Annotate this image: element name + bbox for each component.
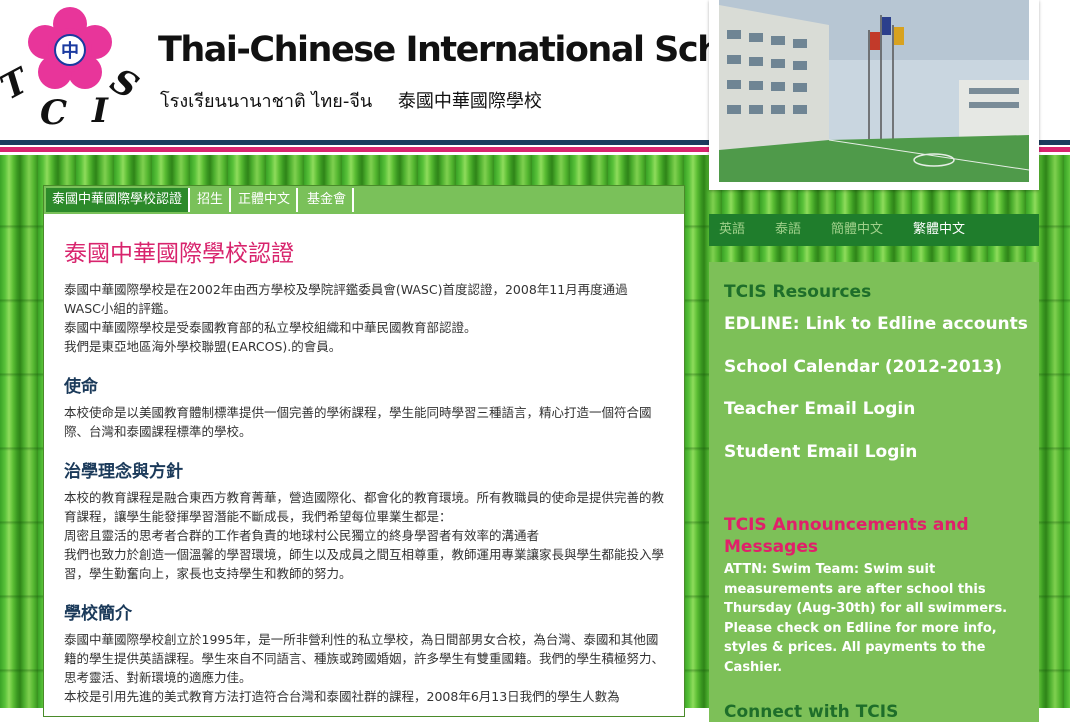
tab-foundation[interactable]: 基金會 [301,188,355,212]
school-logo[interactable]: 中 T C I S [0,0,150,140]
school-name-local: โรงเรียนนานาชาติ ไทย-จีน 泰國中華國際學校 [160,86,562,115]
lang-thai[interactable]: 泰語 [775,214,801,246]
section-heading-mission: 使命 [64,377,98,397]
profile-paragraph: 泰國中華國際學校創立於1995年，是一所非營利性的私立學校，為日間部男女合校，為… [64,632,665,685]
philosophy-paragraph: 本校的教育課程是融合東西方教育菁華，營造國際化、都會化的教育環境。所有教職員的使… [64,490,665,524]
lang-english[interactable]: 英語 [719,214,745,246]
teacher-email-link[interactable]: Teacher Email Login [724,399,915,419]
section-heading-profile: 學校簡介 [64,604,132,624]
announcements-heading: TCIS Announcements and Messages [724,515,969,557]
calendar-link[interactable]: School Calendar (2012-2013) [724,357,1002,377]
intro-paragraph: 我們是東亞地區海外學校聯盟(EARCOS).的會員。 [64,339,342,354]
school-name: Thai-Chinese International School [158,30,778,70]
campus-photo-frame [709,0,1039,190]
svg-text:I: I [91,91,109,131]
tab-traditional-chinese[interactable]: 正體中文 [232,188,299,212]
philosophy-paragraph: 周密且靈活的思考者合群的工作者負責的地球村公民獨立的終身學習者有效率的溝通者 [64,528,540,543]
article: 泰國中華國際學校認證 泰國中華國際學校是在2002年由西方學校及學院評鑑委員會(… [64,234,664,706]
lang-simplified-chinese[interactable]: 簡體中文 [831,214,883,246]
tab-accreditation[interactable]: 泰國中華國際學校認證 [46,188,191,212]
top-nav: 泰國中華國際學校認證 招生 正體中文 基金會 [44,186,684,214]
connect-heading: Connect with TCIS [724,702,899,722]
school-name-thai: โรงเรียนนานาชาติ ไทย-จีน [160,91,373,112]
campus-photo [719,0,1029,182]
logo-center-char: 中 [61,40,79,62]
svg-text:S: S [104,61,145,108]
student-email-link[interactable]: Student Email Login [724,442,917,462]
svg-text:C: C [40,93,67,133]
main-content-panel: 泰國中華國際學校認證 招生 正體中文 基金會 泰國中華國際學校認證 泰國中華國際… [44,186,684,716]
tab-admissions[interactable]: 招生 [191,188,232,212]
page-title: 泰國中華國際學校認證 [64,241,294,267]
announcement-text: ATTN: Swim Team: Swim suit measurements … [724,562,1008,675]
edline-link[interactable]: EDLINE: Link to Edline accounts [724,314,1028,334]
profile-paragraph: 本校是引用先進的美式教育方法打造符合台灣和泰國社群的課程，2008年6月13日我… [64,689,620,704]
sidebar: TCIS Resources EDLINE: Link to Edline ac… [709,262,1039,722]
lang-traditional-chinese[interactable]: 繁體中文 [913,214,965,246]
school-name-chinese: 泰國中華國際學校 [397,91,542,112]
language-nav: 英語 泰語 簡體中文 繁體中文 [709,214,1039,246]
section-heading-philosophy: 治學理念與方針 [64,462,183,482]
intro-paragraph: 泰國中華國際學校是在2002年由西方學校及學院評鑑委員會(WASC)首度認證，2… [64,282,628,316]
mission-paragraph: 本校使命是以美國教育體制標準提供一個完善的學術課程，學生能同時學習三種語言，精心… [64,405,652,439]
svg-text:T: T [0,60,38,108]
intro-paragraph: 泰國中華國際學校是受泰國教育部的私立學校組織和中華民國教育部認證。 [64,320,477,335]
philosophy-paragraph: 我們也致力於創造一個溫馨的學習環境，師生以及成員之間互相尊重，教師運用專業讓家長… [64,547,665,581]
resources-heading: TCIS Resources [724,282,872,302]
